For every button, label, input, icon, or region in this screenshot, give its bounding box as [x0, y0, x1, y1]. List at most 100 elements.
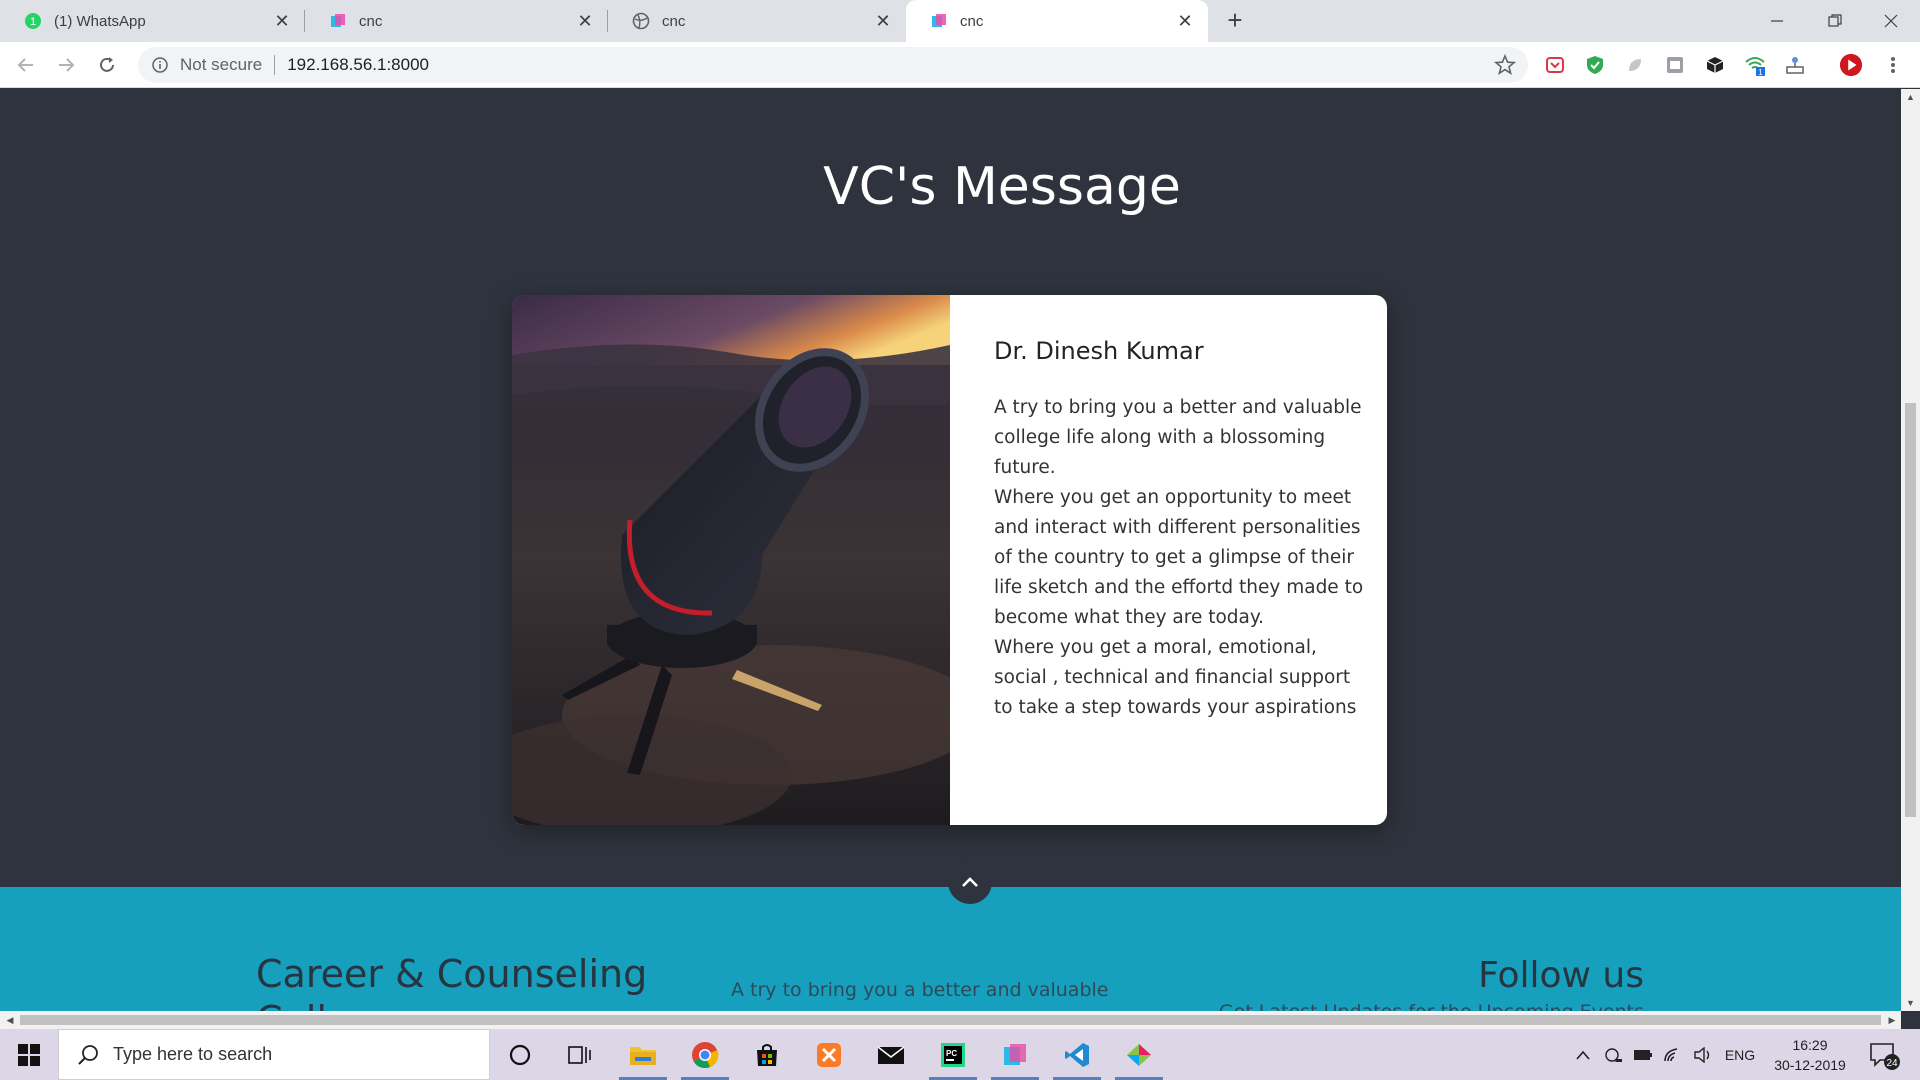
scroll-right-arrow-icon[interactable]: ▶	[1884, 1011, 1900, 1029]
close-icon[interactable]: ✕	[273, 12, 291, 30]
close-icon	[1884, 14, 1898, 28]
scrollbar-thumb[interactable]	[20, 1015, 1881, 1025]
reload-icon	[100, 57, 114, 72]
close-window-button[interactable]	[1862, 0, 1920, 42]
mail-icon[interactable]	[861, 1029, 921, 1080]
profile-avatar[interactable]	[1839, 53, 1863, 77]
cortana-icon[interactable]	[490, 1029, 550, 1080]
section-title: VC's Message	[823, 157, 1181, 217]
tab-cnc-1[interactable]: cnc ✕	[305, 0, 608, 42]
arrow-right-icon	[59, 58, 75, 72]
clock-time: 16:29	[1792, 1037, 1828, 1053]
restore-button[interactable]	[1806, 0, 1864, 42]
minimize-button[interactable]	[1748, 0, 1806, 42]
leaf-extension-icon[interactable]	[1623, 53, 1647, 77]
vertical-scrollbar[interactable]: ▲ ▼	[1901, 89, 1920, 1011]
follow-title: Follow us	[1478, 955, 1644, 996]
chevron-up-icon	[962, 877, 978, 887]
security-label: Not secure	[180, 55, 263, 74]
minimize-icon	[1771, 20, 1783, 22]
chrome-icon[interactable]	[675, 1029, 735, 1080]
message-paragraph: Where you get a moral, emotional, social…	[994, 637, 1357, 718]
shield-extension-icon[interactable]	[1583, 53, 1607, 77]
close-icon[interactable]: ✕	[576, 12, 594, 30]
search-icon	[78, 1044, 98, 1065]
pocket-extension-icon[interactable]	[1543, 53, 1567, 77]
clock[interactable]: 16:29 30-12-2019	[1760, 1035, 1860, 1075]
page-viewport: VC's Message Dr. Dinesh Kumar A try to b…	[0, 89, 1901, 1011]
svg-text:PC: PC	[946, 1049, 957, 1058]
vscode-icon[interactable]	[1047, 1029, 1107, 1080]
svg-text:24: 24	[1886, 1058, 1898, 1069]
windows-logo-icon	[18, 1043, 40, 1066]
close-icon[interactable]: ✕	[1176, 12, 1194, 30]
action-center-icon[interactable]: 24	[1868, 1039, 1900, 1071]
tab-extension-icon[interactable]	[1663, 53, 1687, 77]
pycharm-icon[interactable]: PC	[923, 1029, 983, 1080]
forward-button[interactable]	[50, 49, 82, 81]
scroll-down-arrow-icon[interactable]: ▼	[1901, 995, 1920, 1011]
vc-message-text: A try to bring you a better and valuable…	[994, 393, 1364, 723]
store-icon[interactable]	[737, 1029, 797, 1080]
start-button[interactable]	[0, 1029, 58, 1080]
network-extension-icon[interactable]	[1783, 53, 1807, 77]
clock-date: 30-12-2019	[1774, 1057, 1846, 1073]
bookmark-star-icon[interactable]	[1493, 53, 1517, 76]
battery-icon[interactable]	[1628, 1029, 1658, 1080]
vc-message-card: Dr. Dinesh Kumar A try to bring you a be…	[512, 295, 1387, 825]
info-icon[interactable]	[150, 55, 170, 75]
scroll-left-arrow-icon[interactable]: ◀	[2, 1011, 18, 1029]
box-extension-icon[interactable]	[1703, 53, 1727, 77]
tab-title: cnc	[662, 12, 686, 30]
tab-cnc-active[interactable]: cnc ✕	[906, 0, 1208, 42]
message-paragraph: A try to bring you a better and valuable…	[994, 397, 1362, 478]
cube-app-icon[interactable]	[985, 1029, 1045, 1080]
tab-whatsapp[interactable]: 1 (1) WhatsApp ✕	[0, 0, 305, 42]
menu-kebab-icon[interactable]	[1881, 53, 1905, 77]
restore-icon	[1828, 14, 1842, 27]
tab-cnc-2[interactable]: cnc ✕	[608, 0, 906, 42]
telescope-photo	[512, 295, 950, 825]
onedrive-icon[interactable]	[1598, 1029, 1628, 1080]
tab-strip: 1 (1) WhatsApp ✕ cnc ✕ cnc ✕ cnc ✕ +	[0, 0, 1920, 42]
globe-icon	[632, 12, 650, 30]
close-icon[interactable]: ✕	[874, 12, 892, 30]
follow-subtitle: Get Latest Updates for the Upcoming Even…	[1180, 1001, 1644, 1011]
arrow-left-icon	[17, 58, 33, 72]
message-paragraph: Where you get an opportunity to meet and…	[994, 487, 1364, 628]
tab-title: cnc	[359, 12, 383, 30]
whatsapp-icon: 1	[24, 12, 42, 30]
reload-button[interactable]	[91, 49, 123, 81]
scrollbar-thumb[interactable]	[1905, 403, 1916, 817]
svg-text:1: 1	[30, 16, 36, 28]
footer-brand: Career & Counseling Cell	[256, 952, 648, 1011]
address-bar[interactable]: Not secure 192.168.56.1:8000	[138, 47, 1528, 83]
svg-text:1: 1	[1758, 68, 1763, 76]
task-view-icon[interactable]	[550, 1029, 610, 1080]
url-text[interactable]: 192.168.56.1:8000	[287, 55, 429, 75]
tab-title: (1) WhatsApp	[54, 12, 146, 30]
language-indicator[interactable]: ENG	[1720, 1029, 1760, 1080]
volume-icon[interactable]	[1688, 1029, 1718, 1080]
browser-toolbar: Not secure 192.168.56.1:8000 1	[0, 42, 1920, 88]
wifi-extension-icon[interactable]: 1	[1743, 53, 1767, 77]
tab-title: cnc	[960, 12, 984, 30]
file-explorer-icon[interactable]	[613, 1029, 673, 1080]
chevron-up-icon[interactable]	[1568, 1029, 1598, 1080]
new-tab-button[interactable]: +	[1220, 6, 1250, 36]
search-placeholder: Type here to search	[113, 1044, 273, 1064]
back-button[interactable]	[10, 49, 42, 81]
scroll-top-button[interactable]	[948, 860, 992, 904]
horizontal-scrollbar[interactable]: ◀ ▶	[0, 1011, 1901, 1029]
xampp-icon[interactable]	[799, 1029, 859, 1080]
windows-taskbar: Type here to search PC ENG 16:29 30-12-2…	[0, 1029, 1920, 1080]
game-app-icon[interactable]	[1109, 1029, 1169, 1080]
wifi-icon[interactable]	[1658, 1029, 1688, 1080]
vc-name: Dr. Dinesh Kumar	[994, 337, 1204, 365]
cube-icon	[329, 12, 347, 30]
footer-about: A try to bring you a better and valuable…	[731, 979, 1140, 1011]
omnibox-divider	[274, 55, 276, 75]
scroll-up-arrow-icon[interactable]: ▲	[1901, 89, 1920, 105]
taskbar-search-box[interactable]: Type here to search	[58, 1029, 490, 1080]
cube-icon	[930, 12, 948, 30]
